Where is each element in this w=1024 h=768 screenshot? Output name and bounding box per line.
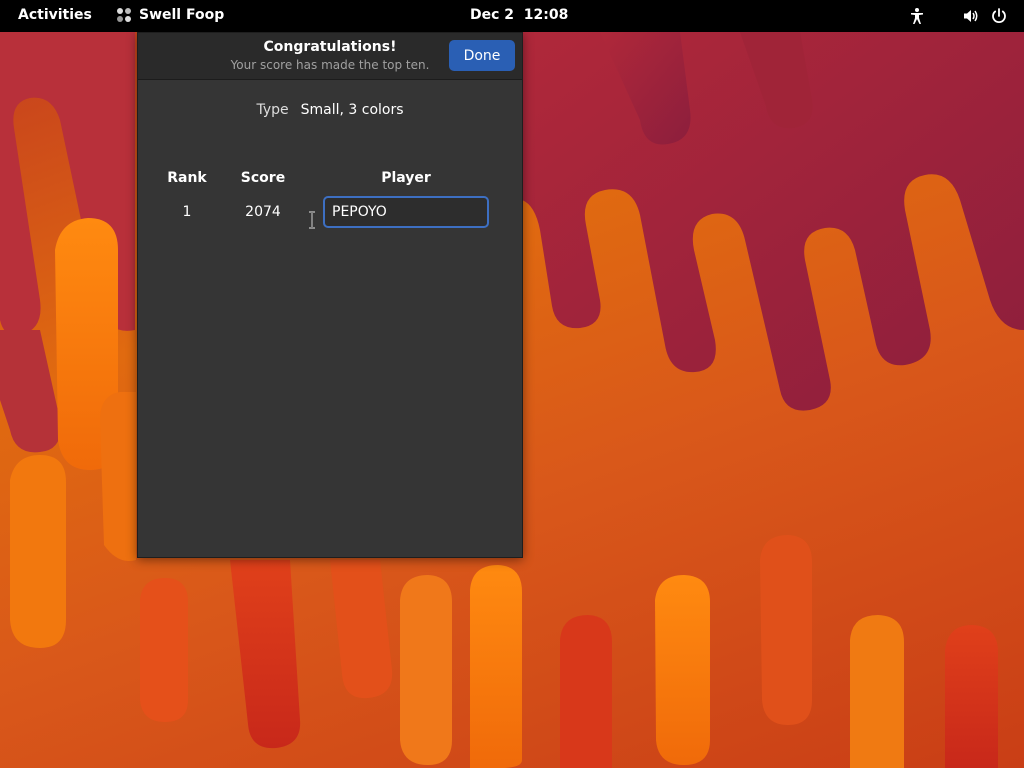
swell-foop-app-icon (117, 7, 132, 23)
volume-icon[interactable] (962, 7, 980, 25)
row-score: 2074 (245, 204, 281, 220)
type-label: Type (256, 102, 289, 118)
dialog-header: Congratulations! Your score has made the… (138, 33, 522, 80)
app-menu-label: Swell Foop (139, 7, 225, 23)
activities-button[interactable]: Activities (18, 7, 92, 23)
column-header-player: Player (381, 170, 431, 186)
done-button[interactable]: Done (449, 40, 515, 71)
system-tray[interactable] (908, 7, 1008, 25)
player-name-input[interactable] (323, 196, 489, 228)
high-scores-dialog: Congratulations! Your score has made the… (137, 32, 523, 558)
app-menu[interactable]: Swell Foop (117, 7, 224, 23)
accessibility-icon[interactable] (908, 7, 926, 25)
power-icon[interactable] (990, 7, 1008, 25)
game-type-row: Type Small, 3 colors (138, 102, 522, 118)
row-rank: 1 (182, 204, 192, 220)
clock[interactable]: Dec 2 12:08 (470, 7, 568, 23)
type-value[interactable]: Small, 3 colors (301, 102, 404, 118)
text-cursor-icon (309, 211, 315, 229)
column-header-score: Score (240, 170, 286, 186)
top-bar: Activities Swell Foop Dec 2 12:08 (0, 0, 1024, 32)
column-header-rank: Rank (167, 170, 207, 186)
